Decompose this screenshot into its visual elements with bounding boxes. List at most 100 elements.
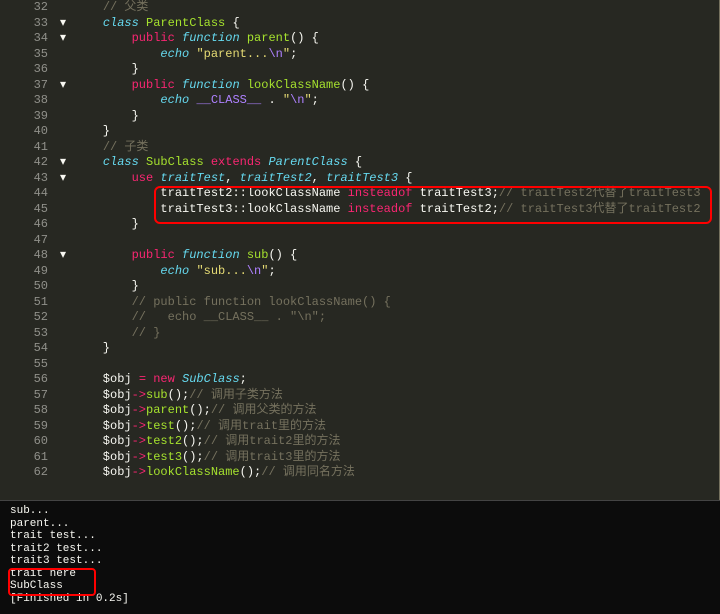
code-line[interactable]: 58 $obj->parent();// 调用父类的方法	[0, 403, 719, 419]
code-content[interactable]: $obj->sub();// 调用子类方法	[72, 388, 719, 404]
output-line: sub...	[10, 505, 710, 518]
code-content[interactable]: }	[72, 62, 719, 78]
fold-marker	[60, 295, 72, 311]
fold-marker	[60, 233, 72, 249]
fold-marker	[60, 140, 72, 156]
code-content[interactable]: echo "sub...\n";	[72, 264, 719, 280]
code-content[interactable]: echo __CLASS__ . "\n";	[72, 93, 719, 109]
code-content[interactable]: class SubClass extends ParentClass {	[72, 155, 719, 171]
code-content[interactable]: public function lookClassName() {	[72, 78, 719, 94]
code-line[interactable]: 48▾ public function sub() {	[0, 248, 719, 264]
fold-marker	[60, 434, 72, 450]
line-number: 48	[0, 248, 60, 264]
code-line[interactable]: 34▾ public function parent() {	[0, 31, 719, 47]
line-number: 60	[0, 434, 60, 450]
code-line[interactable]: 32 // 父类	[0, 0, 719, 16]
code-line[interactable]: 50 }	[0, 279, 719, 295]
code-line[interactable]: 33▾ class ParentClass {	[0, 16, 719, 32]
code-content[interactable]: }	[72, 217, 719, 233]
code-content[interactable]: // 子类	[72, 140, 719, 156]
code-editor[interactable]: 32 // 父类33▾ class ParentClass {34▾ publi…	[0, 0, 720, 500]
code-line[interactable]: 52 // echo __CLASS__ . "\n";	[0, 310, 719, 326]
code-content[interactable]: $obj->test3();// 调用trait3里的方法	[72, 450, 719, 466]
code-content[interactable]: // }	[72, 326, 719, 342]
line-number: 52	[0, 310, 60, 326]
code-content[interactable]	[72, 357, 719, 373]
fold-marker[interactable]: ▾	[60, 171, 72, 187]
code-line[interactable]: 59 $obj->test();// 调用trait里的方法	[0, 419, 719, 435]
line-number: 41	[0, 140, 60, 156]
code-content[interactable]: public function parent() {	[72, 31, 719, 47]
code-content[interactable]: }	[72, 124, 719, 140]
code-content[interactable]: traitTest3::lookClassName insteadof trai…	[72, 202, 719, 218]
code-line[interactable]: 62 $obj->lookClassName();// 调用同名方法	[0, 465, 719, 481]
line-number: 50	[0, 279, 60, 295]
line-number: 47	[0, 233, 60, 249]
code-content[interactable]	[72, 233, 719, 249]
line-number: 53	[0, 326, 60, 342]
code-line[interactable]: 44 traitTest2::lookClassName insteadof t…	[0, 186, 719, 202]
code-line[interactable]: 35 echo "parent...\n";	[0, 47, 719, 63]
line-number: 56	[0, 372, 60, 388]
output-line: [Finished in 0.2s]	[10, 593, 710, 606]
fold-marker	[60, 217, 72, 233]
fold-marker	[60, 388, 72, 404]
code-content[interactable]: // 父类	[72, 0, 719, 16]
code-line[interactable]: 42▾ class SubClass extends ParentClass {	[0, 155, 719, 171]
code-content[interactable]: $obj->lookClassName();// 调用同名方法	[72, 465, 719, 481]
code-content[interactable]: public function sub() {	[72, 248, 719, 264]
code-line[interactable]: 38 echo __CLASS__ . "\n";	[0, 93, 719, 109]
fold-marker	[60, 124, 72, 140]
fold-marker[interactable]: ▾	[60, 78, 72, 94]
code-line[interactable]: 53 // }	[0, 326, 719, 342]
fold-marker	[60, 326, 72, 342]
code-line[interactable]: 60 $obj->test2();// 调用trait2里的方法	[0, 434, 719, 450]
code-content[interactable]: class ParentClass {	[72, 16, 719, 32]
code-line[interactable]: 40 }	[0, 124, 719, 140]
code-line[interactable]: 39 }	[0, 109, 719, 125]
output-line: trait test...	[10, 530, 710, 543]
fold-marker[interactable]: ▾	[60, 248, 72, 264]
code-content[interactable]: }	[72, 279, 719, 295]
fold-marker[interactable]: ▾	[60, 31, 72, 47]
code-content[interactable]: echo "parent...\n";	[72, 47, 719, 63]
fold-marker[interactable]: ▾	[60, 16, 72, 32]
code-line[interactable]: 56 $obj = new SubClass;	[0, 372, 719, 388]
code-content[interactable]: // echo __CLASS__ . "\n";	[72, 310, 719, 326]
code-line[interactable]: 46 }	[0, 217, 719, 233]
code-content[interactable]: $obj->test();// 调用trait里的方法	[72, 419, 719, 435]
code-line[interactable]: 45 traitTest3::lookClassName insteadof t…	[0, 202, 719, 218]
fold-marker	[60, 465, 72, 481]
code-line[interactable]: 61 $obj->test3();// 调用trait3里的方法	[0, 450, 719, 466]
code-line[interactable]: 43▾ use traitTest, traitTest2, traitTest…	[0, 171, 719, 187]
code-content[interactable]: use traitTest, traitTest2, traitTest3 {	[72, 171, 719, 187]
code-content[interactable]: }	[72, 341, 719, 357]
code-line[interactable]: 57 $obj->sub();// 调用子类方法	[0, 388, 719, 404]
code-content[interactable]: traitTest2::lookClassName insteadof trai…	[72, 186, 719, 202]
line-number: 57	[0, 388, 60, 404]
fold-marker	[60, 93, 72, 109]
code-line[interactable]: 49 echo "sub...\n";	[0, 264, 719, 280]
code-line[interactable]: 36 }	[0, 62, 719, 78]
line-number: 51	[0, 295, 60, 311]
fold-marker[interactable]: ▾	[60, 155, 72, 171]
line-number: 38	[0, 93, 60, 109]
code-content[interactable]: $obj = new SubClass;	[72, 372, 719, 388]
line-number: 43	[0, 171, 60, 187]
code-line[interactable]: 41 // 子类	[0, 140, 719, 156]
code-content[interactable]: $obj->test2();// 调用trait2里的方法	[72, 434, 719, 450]
line-number: 34	[0, 31, 60, 47]
code-line[interactable]: 47	[0, 233, 719, 249]
output-line: trait here	[10, 568, 710, 581]
build-output-panel[interactable]: sub...parent...trait test...trait2 test.…	[0, 500, 720, 614]
code-line[interactable]: 55	[0, 357, 719, 373]
line-number: 49	[0, 264, 60, 280]
code-content[interactable]: // public function lookClassName() {	[72, 295, 719, 311]
code-line[interactable]: 37▾ public function lookClassName() {	[0, 78, 719, 94]
line-number: 40	[0, 124, 60, 140]
code-content[interactable]: }	[72, 109, 719, 125]
code-line[interactable]: 54 }	[0, 341, 719, 357]
code-line[interactable]: 51 // public function lookClassName() {	[0, 295, 719, 311]
code-content[interactable]: $obj->parent();// 调用父类的方法	[72, 403, 719, 419]
line-number: 55	[0, 357, 60, 373]
